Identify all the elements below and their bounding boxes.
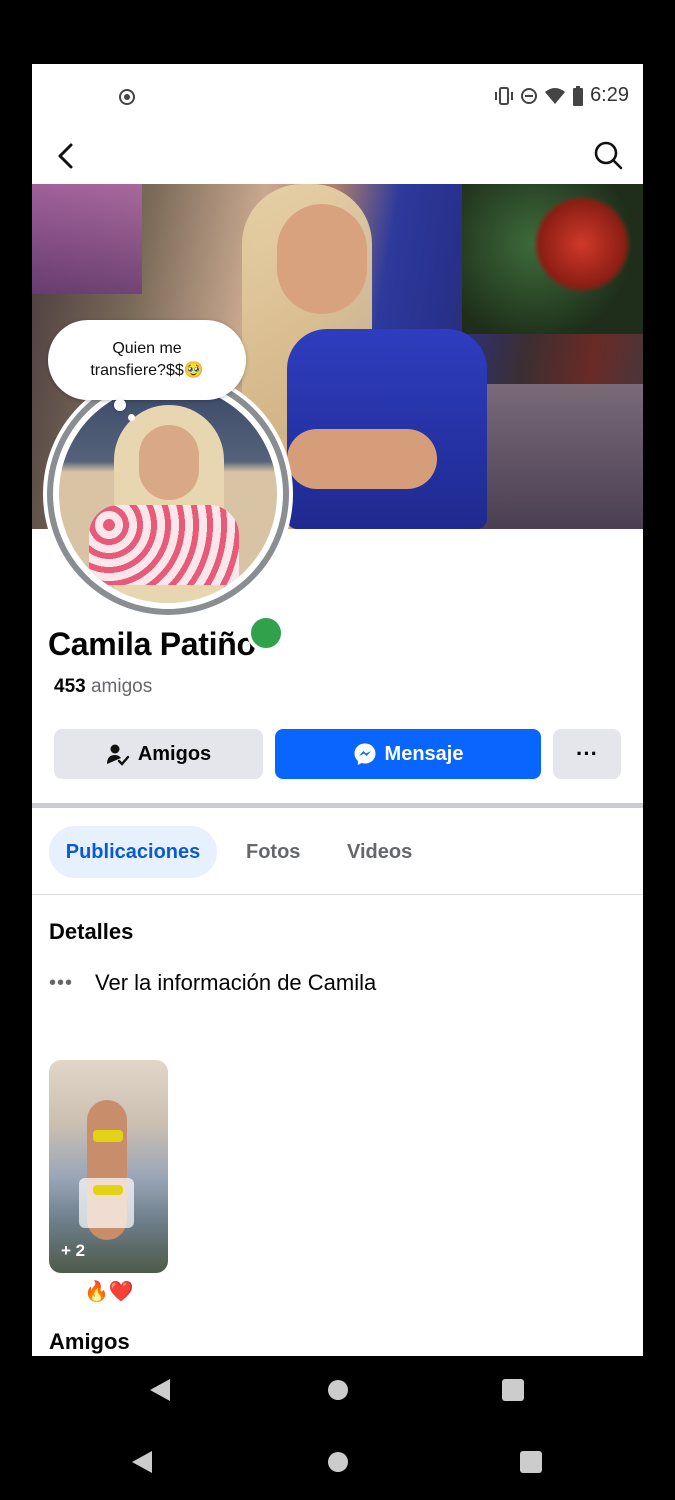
nav-back-icon[interactable] [150,1379,170,1401]
note-tail-small [128,414,135,421]
system-nav-bar [0,1362,675,1422]
details-heading: Detalles [49,919,134,944]
wifi-icon [545,87,566,104]
friends-section-heading: Amigos [49,1329,130,1354]
note-bubble[interactable]: Quien me transfiere?$$🥹 [48,320,246,421]
nav-recents-icon[interactable] [520,1451,542,1473]
status-bar: 6:29 [32,64,643,130]
tab-videos[interactable]: Videos [347,826,412,878]
nav-back-icon[interactable] [132,1451,152,1473]
friends-count-label: amigos [90,676,153,697]
search-icon[interactable] [593,140,623,170]
message-button[interactable]: Mensaje [275,729,541,779]
cover-person-waist [287,429,437,489]
person-check-icon [106,744,130,766]
messenger-icon [354,743,376,765]
battery-icon [573,85,584,106]
featured-highlight[interactable]: + 2 [49,1060,168,1273]
section-divider [32,803,643,808]
see-info-label: Ver la información de Camila [95,970,377,995]
message-button-label: Mensaje [384,742,464,765]
cover-bg-building [32,184,142,294]
friends-button-label: Amigos [137,742,212,765]
top-nav [32,130,643,184]
back-arrow-icon[interactable] [52,140,80,172]
status-icons: 6:29 [494,84,629,107]
phone-screen: 6:29 Quien me transfiere?$$🥹 Camila Pati… [32,64,643,1356]
note-line-1: Quien me [112,340,182,357]
tab-photos[interactable]: Fotos [246,826,300,878]
cast-icon [119,89,135,105]
nav-recents-icon[interactable] [502,1379,524,1401]
system-nav-bar-secondary [0,1434,675,1494]
friends-count[interactable]: 453 amigos [54,676,152,698]
friends-count-number: 453 [54,676,86,697]
friends-button[interactable]: Amigos [54,729,263,779]
dnd-icon [521,87,538,104]
note-tail-large [114,399,126,411]
vibrate-icon [495,86,514,105]
tab-posts[interactable]: Publicaciones [49,826,217,878]
nav-home-icon[interactable] [328,1380,348,1400]
cover-person-face [277,204,367,314]
more-button[interactable]: ··· [553,729,621,779]
nav-home-icon[interactable] [328,1452,348,1472]
avatar-face [139,425,199,500]
profile-avatar[interactable] [43,369,293,652]
highlight-count: + 2 [61,1241,86,1260]
highlight-bottom [93,1185,123,1195]
avatar-photo [59,385,277,603]
profile-name: Camila Patiño [48,626,256,662]
status-time: 6:29 [590,84,629,106]
cover-bg-flowers [532,194,632,294]
online-indicator [247,614,285,652]
note-line-2: transfiere?$$🥹 [90,362,204,379]
more-dots-icon: ••• [49,971,74,994]
tabs-divider [32,894,643,895]
avatar-floral-top [89,505,239,585]
more-icon: ··· [576,741,598,766]
see-info-link[interactable]: ••• Ver la información de Camila [49,970,376,996]
highlight-top [93,1130,123,1142]
highlight-title: 🔥❤️ [84,1281,134,1303]
